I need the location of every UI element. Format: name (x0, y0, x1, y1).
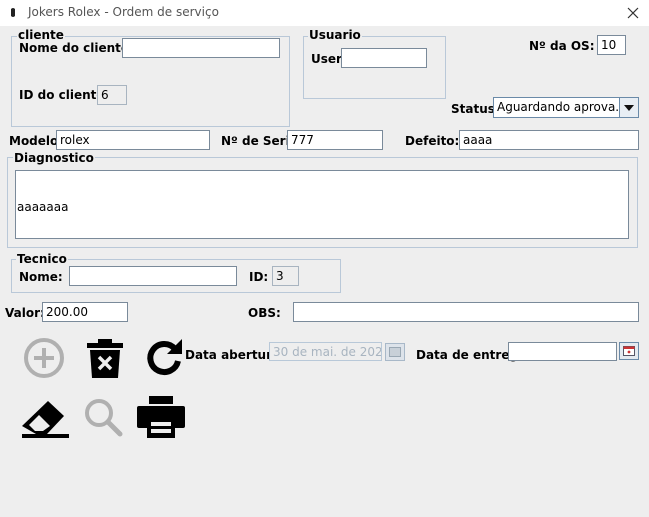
os-number-field[interactable]: 10 (597, 35, 626, 55)
delete-button[interactable] (84, 336, 126, 380)
tecnico-nome-label: Nome: (19, 270, 63, 284)
chevron-down-icon (624, 104, 634, 111)
status-selected-value: Aguardando aprova... (497, 100, 627, 114)
nome-cliente-label: Nome do cliente (19, 41, 130, 55)
search-icon (85, 399, 123, 437)
printer-icon (137, 396, 185, 438)
id-cliente-label: ID do cliente: (19, 88, 110, 102)
modelo-input[interactable]: rolex (56, 130, 210, 150)
valor-input[interactable]: 200.00 (42, 302, 128, 322)
refresh-icon (147, 339, 182, 376)
obs-label: OBS: (248, 306, 281, 320)
usuario-legend: Usuario (308, 28, 362, 42)
data-entrega-calendar-button[interactable] (619, 342, 639, 360)
defeito-input[interactable]: aaaa (459, 130, 639, 150)
clear-button[interactable] (19, 397, 71, 441)
close-icon (627, 7, 639, 19)
close-button[interactable] (620, 2, 646, 24)
tecnico-nome-input[interactable] (69, 266, 237, 286)
status-dropdown-button[interactable] (619, 98, 638, 117)
tecnico-id-field: 3 (272, 266, 299, 286)
app-icon (8, 6, 18, 20)
id-cliente-field: 6 (97, 85, 127, 105)
modelo-label: Modelo: (9, 134, 64, 148)
search-button[interactable] (82, 396, 124, 438)
diagnostico-legend: Diagnostico (13, 151, 95, 165)
data-entrega-input[interactable] (508, 342, 617, 361)
calendar-icon (389, 347, 401, 357)
obs-input[interactable] (293, 302, 639, 322)
diagnostico-text: aaaaaaa (17, 200, 69, 214)
data-abertura-calendar-button (385, 343, 405, 361)
tecnico-legend: Tecnico (16, 252, 68, 266)
valor-label: Valor: (5, 306, 45, 320)
serie-input[interactable]: 777 (287, 130, 383, 150)
os-number-label: Nº da OS: (529, 39, 595, 53)
trash-icon (87, 339, 123, 378)
add-button[interactable] (22, 336, 66, 380)
update-button[interactable] (143, 337, 185, 377)
data-abertura-field: 30 de mai. de 2023 (269, 342, 382, 361)
eraser-icon (22, 401, 69, 438)
defeito-label: Defeito: (405, 134, 460, 148)
status-select[interactable]: Aguardando aprova... (493, 97, 639, 118)
print-button[interactable] (135, 394, 187, 440)
title-bar: Jokers Rolex - Ordem de serviço (0, 0, 649, 26)
tecnico-id-label: ID: (249, 270, 269, 284)
calendar-icon (623, 346, 635, 356)
window-title: Jokers Rolex - Ordem de serviço (28, 5, 219, 19)
nome-cliente-input[interactable] (122, 38, 280, 58)
add-circle-icon (24, 338, 64, 378)
diagnostico-textarea[interactable]: aaaaaaa (15, 170, 629, 239)
user-input[interactable] (341, 48, 427, 68)
